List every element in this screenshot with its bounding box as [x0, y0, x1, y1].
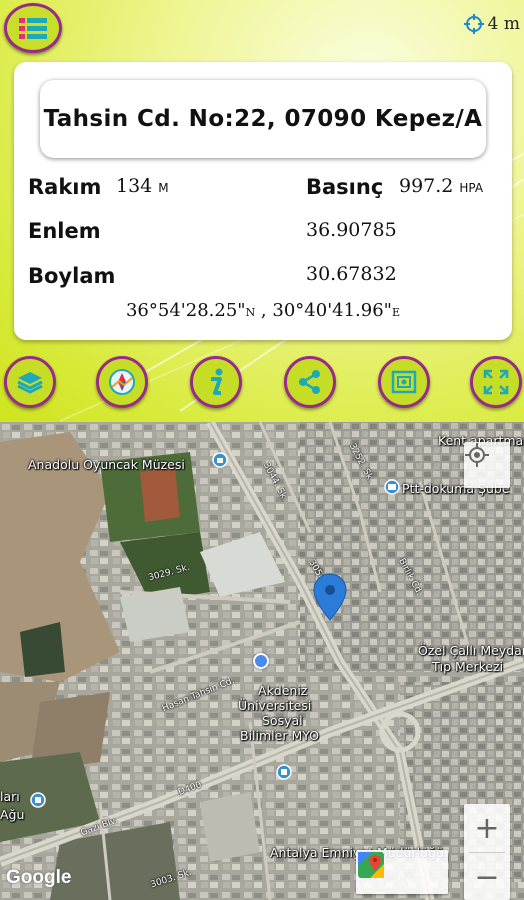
poi-ozel-1[interactable]: Özel Çallı Meydan [418, 644, 524, 658]
compass-map-icon [109, 369, 135, 395]
google-maps-icon[interactable] [356, 850, 386, 880]
zoom-out-button[interactable]: − [464, 853, 510, 900]
screenshot-button[interactable] [378, 356, 430, 408]
latitude-label: Enlem [28, 219, 101, 243]
layers-button[interactable] [4, 356, 56, 408]
menu-list-icon [19, 17, 47, 39]
pressure-label: Basınç [306, 175, 384, 199]
share-button[interactable] [284, 356, 336, 408]
my-location-button[interactable] [464, 442, 510, 488]
address-text: Tahsin Cd. No:22, 07090 Kepez/A [43, 106, 483, 132]
altitude-label: Rakım [28, 175, 102, 199]
dms-coordinates: 36°54'28.25"N , 30°40'41.96"E [125, 300, 400, 321]
poi-akdeniz-1[interactable]: Akdeniz [258, 684, 307, 698]
compass-map-button[interactable] [96, 356, 148, 408]
satellite-map[interactable]: Anadolu Oyuncak Müzesi Kent apartmanı Pt… [0, 422, 524, 900]
my-location-dot [253, 653, 269, 669]
fullscreen-icon [483, 369, 509, 395]
poi-akdeniz-3[interactable]: Sosyal [262, 714, 303, 728]
location-pin-icon[interactable] [312, 572, 348, 622]
pressure-unit: HPA [459, 181, 484, 195]
building-marker-icon [30, 792, 46, 808]
zoom-controls: + − [464, 804, 510, 900]
pressure-value: 997.2 HPA [399, 175, 484, 197]
crosshair-icon [463, 14, 484, 34]
altitude-value: 134 M [116, 175, 169, 197]
poi-left-1: ları [0, 789, 20, 804]
info-button[interactable] [190, 356, 242, 408]
location-info-card: Tahsin Cd. No:22, 07090 Kepez/A Rakım 13… [14, 62, 512, 340]
poi-left-2: Ağu [0, 807, 25, 822]
google-attribution: Google [6, 867, 72, 888]
fullscreen-button[interactable] [470, 356, 522, 408]
address-box[interactable]: Tahsin Cd. No:22, 07090 Kepez/A [40, 80, 486, 158]
share-icon [299, 370, 320, 394]
zoom-in-button[interactable]: + [464, 804, 510, 852]
poi-museum[interactable]: Anadolu Oyuncak Müzesi [28, 458, 185, 472]
gps-accuracy: 4 m [463, 14, 520, 34]
screenshot-icon [391, 370, 417, 394]
poi-ozel-2[interactable]: Tıp Merkezi [432, 660, 503, 674]
map-toolbar [356, 850, 448, 894]
longitude-value: 30.67832 [306, 263, 397, 285]
altitude-unit: M [158, 181, 169, 195]
menu-button[interactable] [4, 3, 62, 53]
my-location-icon [465, 443, 489, 467]
longitude-label: Boylam [28, 264, 116, 288]
post-marker-icon [384, 479, 400, 495]
layers-icon [17, 372, 43, 394]
info-icon [211, 368, 223, 395]
toolbar [0, 356, 524, 416]
building-marker-icon [276, 764, 292, 780]
accuracy-value: 4 m [487, 14, 520, 34]
poi-akdeniz-4[interactable]: Bilimler MYO [240, 729, 319, 743]
poi-akdeniz-2[interactable]: Üniversitesi [238, 699, 311, 713]
museum-marker-icon [212, 452, 228, 468]
latitude-value: 36.90785 [306, 219, 397, 241]
